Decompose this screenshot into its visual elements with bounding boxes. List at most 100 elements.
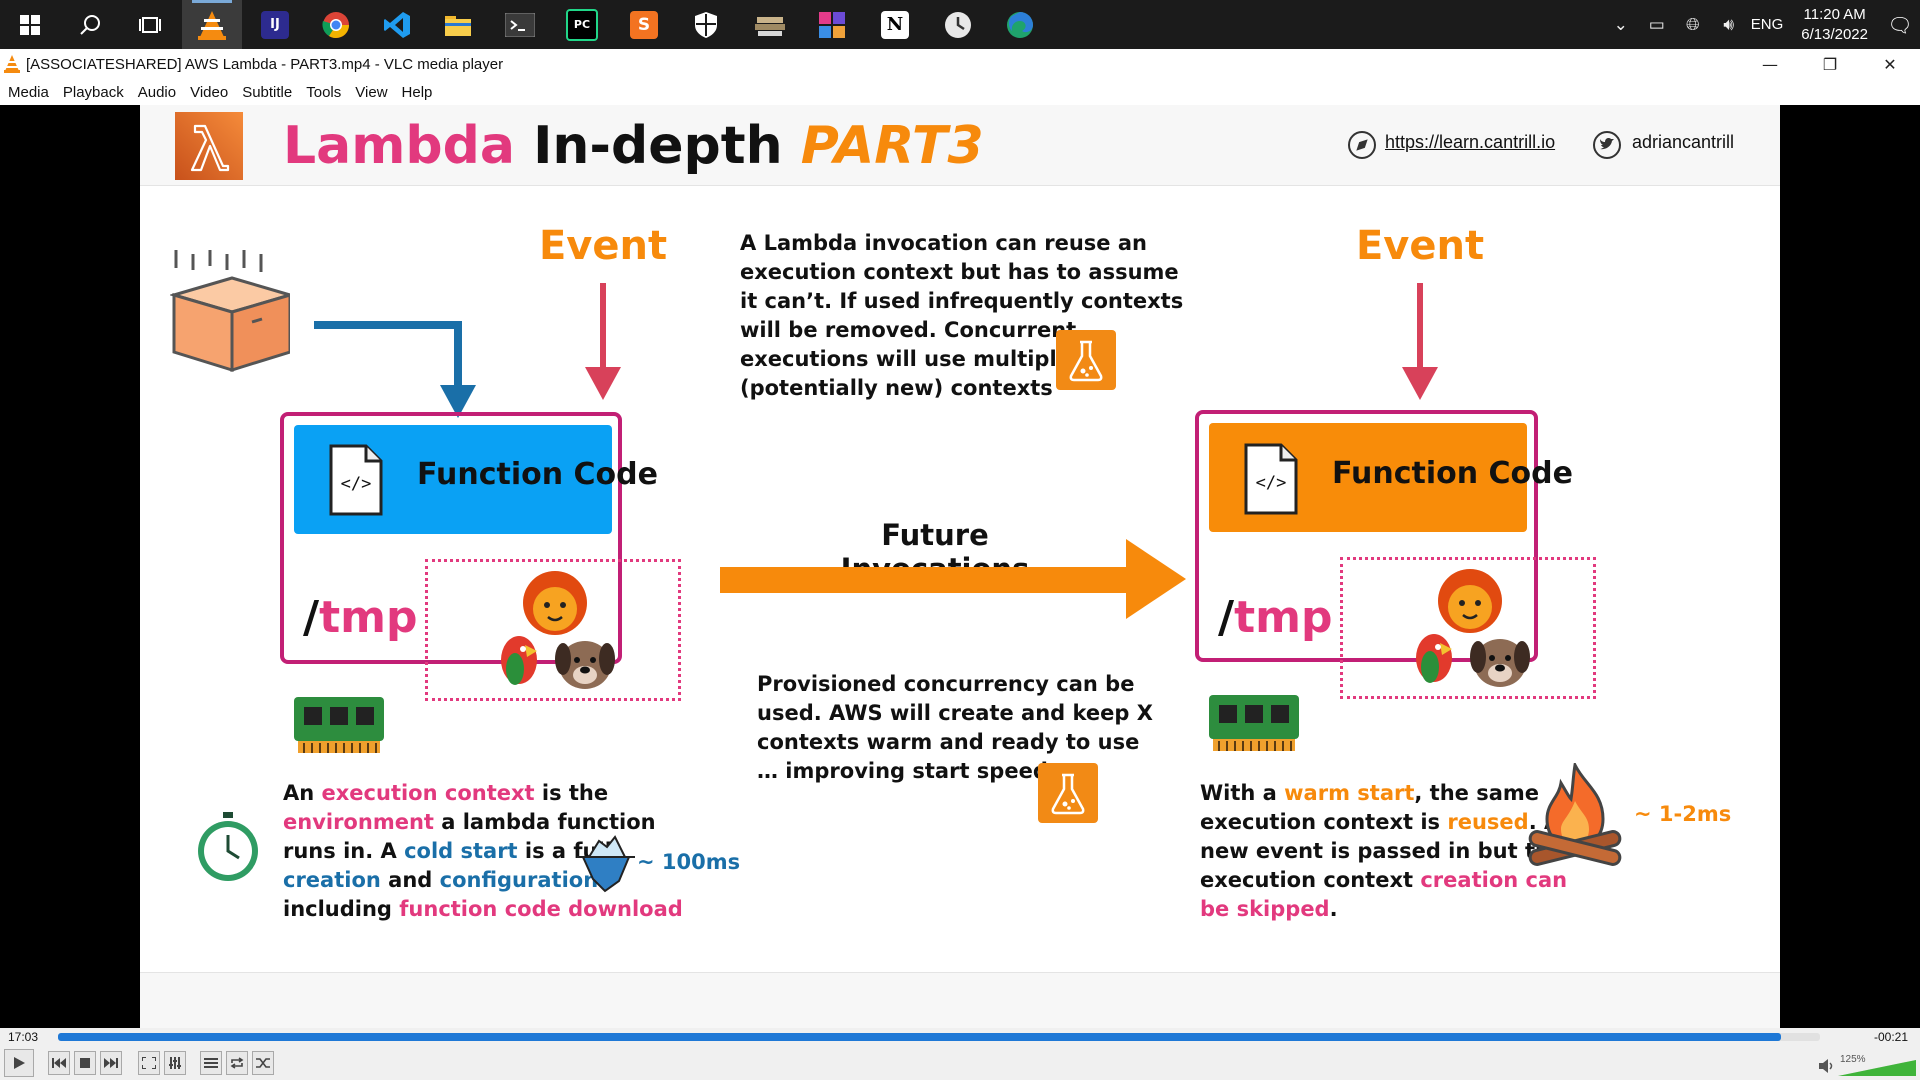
restore-button[interactable]: ❐ xyxy=(1800,49,1860,79)
task-view-button[interactable] xyxy=(120,0,180,49)
taskbar-terminal[interactable] xyxy=(490,0,550,49)
remaining-time[interactable]: -00:21 xyxy=(1874,1030,1908,1044)
taskbar-app-grid[interactable] xyxy=(802,0,862,49)
network-globe-icon[interactable]: 🌐︎ xyxy=(1675,15,1711,35)
playlist-button[interactable] xyxy=(200,1051,222,1075)
volume-slider[interactable] xyxy=(1838,1060,1916,1076)
fullscreen-icon xyxy=(142,1057,156,1069)
video-frame-slide: Lambda In-depth PART3 https://learn.cant… xyxy=(140,105,1780,1029)
sublime-icon: S xyxy=(630,10,658,39)
loop-icon xyxy=(230,1057,244,1069)
close-button[interactable]: ✕ xyxy=(1860,49,1920,79)
context-reuse-line: (potentially new) contexts xyxy=(740,376,1053,400)
task-view-icon xyxy=(139,16,161,33)
cold-text: is the xyxy=(534,781,609,805)
loop-button[interactable] xyxy=(226,1051,248,1075)
taskbar-intellij[interactable]: IJ xyxy=(245,0,305,49)
clock-time: 11:20 AM xyxy=(1803,5,1866,23)
input-language[interactable]: ENG xyxy=(1751,16,1784,33)
tmp-slash: / xyxy=(1218,592,1235,643)
cold-text: and xyxy=(380,868,440,892)
context-reuse-line: executions will use multiple xyxy=(740,347,1071,371)
taskbar-pycharm[interactable]: PC xyxy=(552,0,612,49)
elapsed-time[interactable]: 17:03 xyxy=(8,1030,38,1044)
fullscreen-button[interactable] xyxy=(138,1051,160,1075)
menu-help[interactable]: Help xyxy=(402,84,433,101)
taskbar-edge[interactable] xyxy=(990,0,1050,49)
previous-button[interactable] xyxy=(48,1051,70,1075)
tmp-word: tmp xyxy=(319,592,418,643)
svg-text:</>: </> xyxy=(1256,473,1287,493)
battery-icon[interactable]: ▭ xyxy=(1639,15,1675,35)
play-icon xyxy=(14,1057,25,1069)
cold-text: runs in. A xyxy=(283,839,405,863)
tmp-slash: / xyxy=(303,592,320,643)
cold-text: including xyxy=(283,897,400,921)
seek-bar-fill xyxy=(58,1033,1782,1041)
menu-media[interactable]: Media xyxy=(8,84,49,101)
warm-start-text: With a warm start, the same execution co… xyxy=(1200,779,1567,924)
notification-center-icon[interactable]: 🗨︎ xyxy=(1880,13,1920,37)
context-reuse-line: execution context but has to assume xyxy=(740,260,1179,284)
taskbar-vscode[interactable] xyxy=(367,0,427,49)
campfire-icon xyxy=(1528,763,1622,866)
menu-audio[interactable]: Audio xyxy=(138,84,176,101)
menu-tools[interactable]: Tools xyxy=(306,84,341,101)
menu-subtitle[interactable]: Subtitle xyxy=(242,84,292,101)
play-button[interactable] xyxy=(4,1049,34,1077)
terminal-icon xyxy=(505,12,535,37)
vlc-cone-icon xyxy=(4,55,20,73)
warm-text: . xyxy=(1329,897,1338,921)
context-reuse-text: A Lambda invocation can reuse an executi… xyxy=(740,229,1183,403)
vlc-cone-icon xyxy=(198,10,226,40)
video-surface[interactable]: Lambda In-depth PART3 https://learn.cant… xyxy=(0,105,1920,1029)
menu-video[interactable]: Video xyxy=(190,84,228,101)
shuffle-button[interactable] xyxy=(252,1051,274,1075)
stack-app-icon xyxy=(755,16,785,36)
slide-title: Lambda In-depth PART3 xyxy=(283,115,984,177)
menu-playback[interactable]: Playback xyxy=(63,84,124,101)
taskbar-notion[interactable]: N xyxy=(865,0,925,49)
clock-date: 6/13/2022 xyxy=(1801,25,1868,43)
title-lambda: Lambda xyxy=(283,116,515,176)
cold-text: a lambda function xyxy=(433,810,656,834)
tmp-word: tmp xyxy=(1234,592,1333,643)
package-box-icon xyxy=(170,250,290,373)
notion-icon: N xyxy=(881,10,909,39)
seek-bar[interactable] xyxy=(58,1033,1820,1041)
next-button[interactable] xyxy=(100,1051,122,1075)
taskbar-clock-app[interactable] xyxy=(928,0,988,49)
vscode-icon xyxy=(384,11,410,38)
volume-slider-fill xyxy=(1838,1060,1916,1076)
title-part3: PART3 xyxy=(800,116,984,176)
tmp-label-left: /tmp xyxy=(303,592,417,643)
tray-clock[interactable]: 11:20 AM 6/13/2022 xyxy=(1801,5,1868,45)
stop-button[interactable] xyxy=(74,1051,96,1075)
taskbar-file-explorer[interactable] xyxy=(428,0,488,49)
stopwatch-icon xyxy=(198,812,258,881)
taskbar-app-stack[interactable] xyxy=(740,0,800,49)
windows-start-button[interactable] xyxy=(0,0,60,49)
minimize-button[interactable]: — xyxy=(1740,49,1800,79)
slide-footer xyxy=(140,972,1780,1029)
taskbar-security[interactable] xyxy=(676,0,736,49)
menu-view[interactable]: View xyxy=(355,84,387,101)
tray-overflow-chevron-icon[interactable]: ⌄ xyxy=(1603,15,1639,35)
intellij-icon: IJ xyxy=(261,10,289,39)
taskbar-vlc[interactable] xyxy=(182,0,242,49)
warm-text-highlight: reused xyxy=(1447,810,1529,834)
taskbar-chrome[interactable] xyxy=(306,0,366,49)
active-indicator xyxy=(192,0,232,3)
memory-chip-icon xyxy=(294,697,384,753)
speaker-icon[interactable]: 🔊︎ xyxy=(1711,15,1747,35)
extended-settings-button[interactable] xyxy=(164,1051,186,1075)
event-arrow-right xyxy=(1402,283,1438,400)
warm-text: With a xyxy=(1200,781,1285,805)
cold-text-highlight: execution context xyxy=(321,781,535,805)
taskbar-search-button[interactable] xyxy=(60,0,120,49)
flask-icon xyxy=(1056,330,1116,390)
volume-speaker-icon[interactable] xyxy=(1818,1058,1836,1074)
taskbar-sublime-text[interactable]: S xyxy=(614,0,674,49)
provisioned-line: contexts warm and ready to use xyxy=(757,730,1140,754)
cold-text-highlight: creation xyxy=(283,868,381,892)
